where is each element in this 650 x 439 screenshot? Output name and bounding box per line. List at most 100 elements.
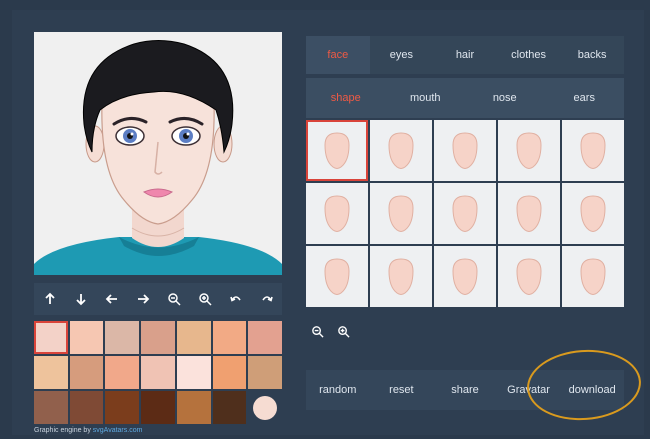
- avatar-toolbar: [34, 283, 282, 315]
- zoom-in-icon: [198, 293, 212, 306]
- move-up-button[interactable]: [34, 283, 65, 315]
- face-shape-option[interactable]: [562, 246, 624, 307]
- face-shape-icon: [324, 131, 350, 169]
- zoom-out-icon: [167, 293, 181, 306]
- credit-line: Graphic engine by svgAvatars.com: [34, 427, 142, 434]
- subtab-ears[interactable]: ears: [545, 78, 625, 118]
- selected-skin-indicator: [248, 391, 282, 424]
- tab-hair[interactable]: hair: [433, 36, 497, 74]
- face-shape-icon: [388, 131, 414, 169]
- face-shape-option[interactable]: [562, 120, 624, 181]
- grid-zoom-controls: [306, 320, 354, 342]
- skin-swatch[interactable]: [176, 391, 211, 424]
- share-button[interactable]: share: [433, 370, 497, 410]
- skin-swatch[interactable]: [248, 356, 283, 389]
- skin-swatch[interactable]: [105, 356, 140, 389]
- skin-swatch[interactable]: [141, 356, 175, 389]
- arrow-right-icon: [137, 294, 149, 304]
- face-shape-icon: [580, 257, 606, 295]
- skin-swatch[interactable]: [248, 321, 282, 354]
- skin-swatch[interactable]: [34, 391, 68, 424]
- face-shape-icon: [516, 194, 542, 232]
- face-shape-icon: [516, 257, 542, 295]
- face-shape-icon: [324, 194, 350, 232]
- face-shape-option[interactable]: [498, 246, 560, 307]
- skin-swatch[interactable]: [141, 321, 175, 354]
- swatch-row: [34, 391, 282, 424]
- undo-button[interactable]: [220, 283, 251, 315]
- skin-color-palette: [34, 321, 283, 426]
- undo-icon: [229, 296, 241, 302]
- face-shape-option[interactable]: [434, 246, 496, 307]
- face-shape-grid: [306, 120, 624, 307]
- grid-zoom-in-button[interactable]: [332, 320, 354, 342]
- gravatar-button[interactable]: Gravatar: [497, 370, 561, 410]
- skin-swatch[interactable]: [212, 321, 247, 354]
- skin-swatch[interactable]: [212, 356, 247, 389]
- skin-swatch[interactable]: [34, 321, 68, 354]
- face-shape-icon: [452, 131, 478, 169]
- skin-swatch[interactable]: [69, 321, 104, 354]
- random-button[interactable]: random: [306, 370, 370, 410]
- tab-eyes[interactable]: eyes: [370, 36, 434, 74]
- move-down-button[interactable]: [65, 283, 96, 315]
- face-shape-icon: [452, 257, 478, 295]
- face-shape-option[interactable]: [562, 183, 624, 244]
- zoom-out-button[interactable]: [158, 283, 189, 315]
- face-shape-option[interactable]: [306, 246, 368, 307]
- zoom-in-icon: [337, 325, 350, 338]
- face-shape-option[interactable]: [370, 120, 432, 181]
- grid-zoom-out-button[interactable]: [306, 320, 328, 342]
- skin-swatch[interactable]: [212, 391, 247, 424]
- zoom-in-button[interactable]: [189, 283, 220, 315]
- move-right-button[interactable]: [127, 283, 158, 315]
- face-shape-option[interactable]: [498, 120, 560, 181]
- move-left-button[interactable]: [96, 283, 127, 315]
- redo-button[interactable]: [251, 283, 282, 315]
- face-shape-option[interactable]: [306, 183, 368, 244]
- swatch-row: [34, 321, 282, 354]
- face-shape-icon: [388, 194, 414, 232]
- arrow-up-icon: [44, 292, 55, 304]
- arrow-left-icon: [105, 294, 117, 304]
- swatch-row: [34, 356, 283, 389]
- subtab-shape[interactable]: shape: [306, 78, 386, 118]
- face-shape-icon: [388, 257, 414, 295]
- face-shape-option[interactable]: [370, 183, 432, 244]
- skin-swatch[interactable]: [34, 356, 68, 389]
- arrow-down-icon: [75, 294, 86, 306]
- tab-clothes[interactable]: clothes: [497, 36, 561, 74]
- redo-icon: [261, 296, 273, 302]
- face-shape-option[interactable]: [498, 183, 560, 244]
- skin-swatch[interactable]: [176, 356, 211, 389]
- zoom-out-icon: [311, 325, 324, 338]
- avatar-preview: [34, 32, 282, 275]
- face-shape-option[interactable]: [434, 183, 496, 244]
- skin-swatch[interactable]: [69, 356, 104, 389]
- tab-backs[interactable]: backs: [560, 36, 624, 74]
- subcategory-tabs: shape mouth nose ears: [306, 78, 624, 118]
- skin-swatch[interactable]: [176, 321, 211, 354]
- download-button[interactable]: download: [560, 370, 624, 410]
- reset-button[interactable]: reset: [370, 370, 434, 410]
- face-shape-icon: [324, 257, 350, 295]
- skin-swatch[interactable]: [69, 391, 104, 424]
- subtab-mouth[interactable]: mouth: [386, 78, 466, 118]
- face-shape-icon: [580, 194, 606, 232]
- skin-swatch[interactable]: [105, 391, 140, 424]
- face-shape-option[interactable]: [434, 120, 496, 181]
- action-bar: random reset share Gravatar download: [306, 370, 624, 410]
- custom-color-button[interactable]: [253, 395, 278, 420]
- credit-link[interactable]: svgAvatars.com: [93, 427, 143, 434]
- category-tabs: face eyes hair clothes backs: [306, 36, 624, 74]
- subtab-nose[interactable]: nose: [465, 78, 545, 118]
- face-shape-icon: [452, 194, 478, 232]
- face-shape-option[interactable]: [306, 120, 368, 181]
- face-shape-option[interactable]: [370, 246, 432, 307]
- credit-prefix: Graphic engine by: [34, 427, 93, 434]
- skin-swatch[interactable]: [141, 391, 175, 424]
- face-shape-icon: [580, 131, 606, 169]
- tab-face[interactable]: face: [306, 36, 370, 74]
- skin-swatch[interactable]: [105, 321, 140, 354]
- face-shape-icon: [516, 131, 542, 169]
